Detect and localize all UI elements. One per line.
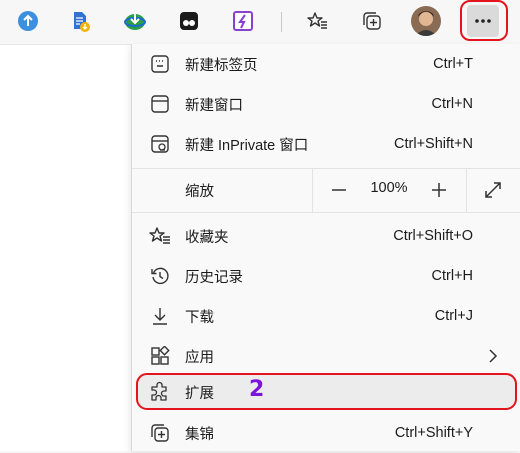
fullscreen-button[interactable] <box>479 176 507 204</box>
zoom-divider <box>466 168 467 212</box>
new-tab-icon <box>149 53 171 75</box>
menu-item-shortcut: Ctrl+Shift+Y <box>394 425 473 441</box>
menu-divider <box>132 212 520 213</box>
zoom-row: 缩放 100% <box>132 168 520 212</box>
zoom-in-button[interactable] <box>425 176 453 204</box>
menu-item-shortcut: Ctrl+H <box>431 268 474 284</box>
inprivate-icon <box>149 133 171 155</box>
menu-item-label: 下载 <box>185 309 214 326</box>
menu-item-new-tab[interactable]: 新建标签页 Ctrl+T <box>132 44 520 84</box>
download-icon <box>149 305 171 327</box>
menu-item-label: 新建标签页 <box>185 57 258 74</box>
menu-item-label: 应用 <box>185 349 214 366</box>
menu-item-downloads[interactable]: 下载 Ctrl+J <box>132 296 520 336</box>
step-number-2: 2 <box>249 377 265 402</box>
tampermonkey-icon[interactable] <box>173 5 205 37</box>
favorites-icon <box>149 225 171 247</box>
zoom-out-button[interactable] <box>325 176 353 204</box>
menu-item-shortcut: Ctrl+T <box>433 56 473 72</box>
menu-item-new-inprivate[interactable]: 新建 InPrivate 窗口 Ctrl+Shift+N <box>132 124 520 164</box>
puzzle-icon <box>149 381 171 403</box>
download-manager-icon[interactable] <box>119 5 151 37</box>
menu-item-label: 新建 InPrivate 窗口 <box>185 137 309 154</box>
browser-toolbar <box>0 0 520 44</box>
menu-item-history[interactable]: 历史记录 Ctrl+H <box>132 256 520 296</box>
menu-item-label: 历史记录 <box>185 269 243 286</box>
collections-icon <box>149 422 171 444</box>
menu-item-new-window[interactable]: 新建窗口 Ctrl+N <box>132 84 520 124</box>
zoom-value: 100% <box>370 180 408 196</box>
extension-s-icon[interactable] <box>227 5 259 37</box>
chevron-right-icon <box>487 348 499 364</box>
menu-item-label: 新建窗口 <box>185 97 243 114</box>
zoom-divider <box>312 168 313 212</box>
apps-icon <box>149 345 171 367</box>
file-download-icon[interactable] <box>64 5 96 37</box>
upload-cloud-icon[interactable] <box>12 5 44 37</box>
menu-item-label: 收藏夹 <box>185 229 229 246</box>
settings-menu: 新建标签页 Ctrl+T 新建窗口 Ctrl+N 新建 InPrivate 窗口… <box>131 44 520 451</box>
new-window-icon <box>149 93 171 115</box>
menu-item-shortcut: Ctrl+Shift+O <box>393 228 473 244</box>
menu-item-collections[interactable]: 集锦 Ctrl+Shift+Y <box>132 413 520 453</box>
menu-item-shortcut: Ctrl+J <box>434 308 473 324</box>
favorites-icon[interactable] <box>301 5 333 37</box>
menu-item-favorites[interactable]: 收藏夹 Ctrl+Shift+O <box>132 216 520 256</box>
menu-item-shortcut: Ctrl+N <box>431 96 474 112</box>
menu-item-shortcut: Ctrl+Shift+N <box>394 136 473 152</box>
profile-avatar[interactable] <box>411 6 441 36</box>
menu-item-label: 集锦 <box>185 426 214 443</box>
page-background <box>0 44 131 451</box>
toolbar-divider <box>281 12 282 32</box>
zoom-label: 缩放 <box>185 184 214 200</box>
menu-item-apps[interactable]: 应用 <box>132 336 520 376</box>
history-icon <box>149 265 171 287</box>
collections-icon[interactable] <box>356 5 388 37</box>
menu-item-extensions[interactable]: 扩展 <box>132 372 520 412</box>
more-icon[interactable] <box>467 5 499 37</box>
menu-item-label: 扩展 <box>185 385 214 402</box>
